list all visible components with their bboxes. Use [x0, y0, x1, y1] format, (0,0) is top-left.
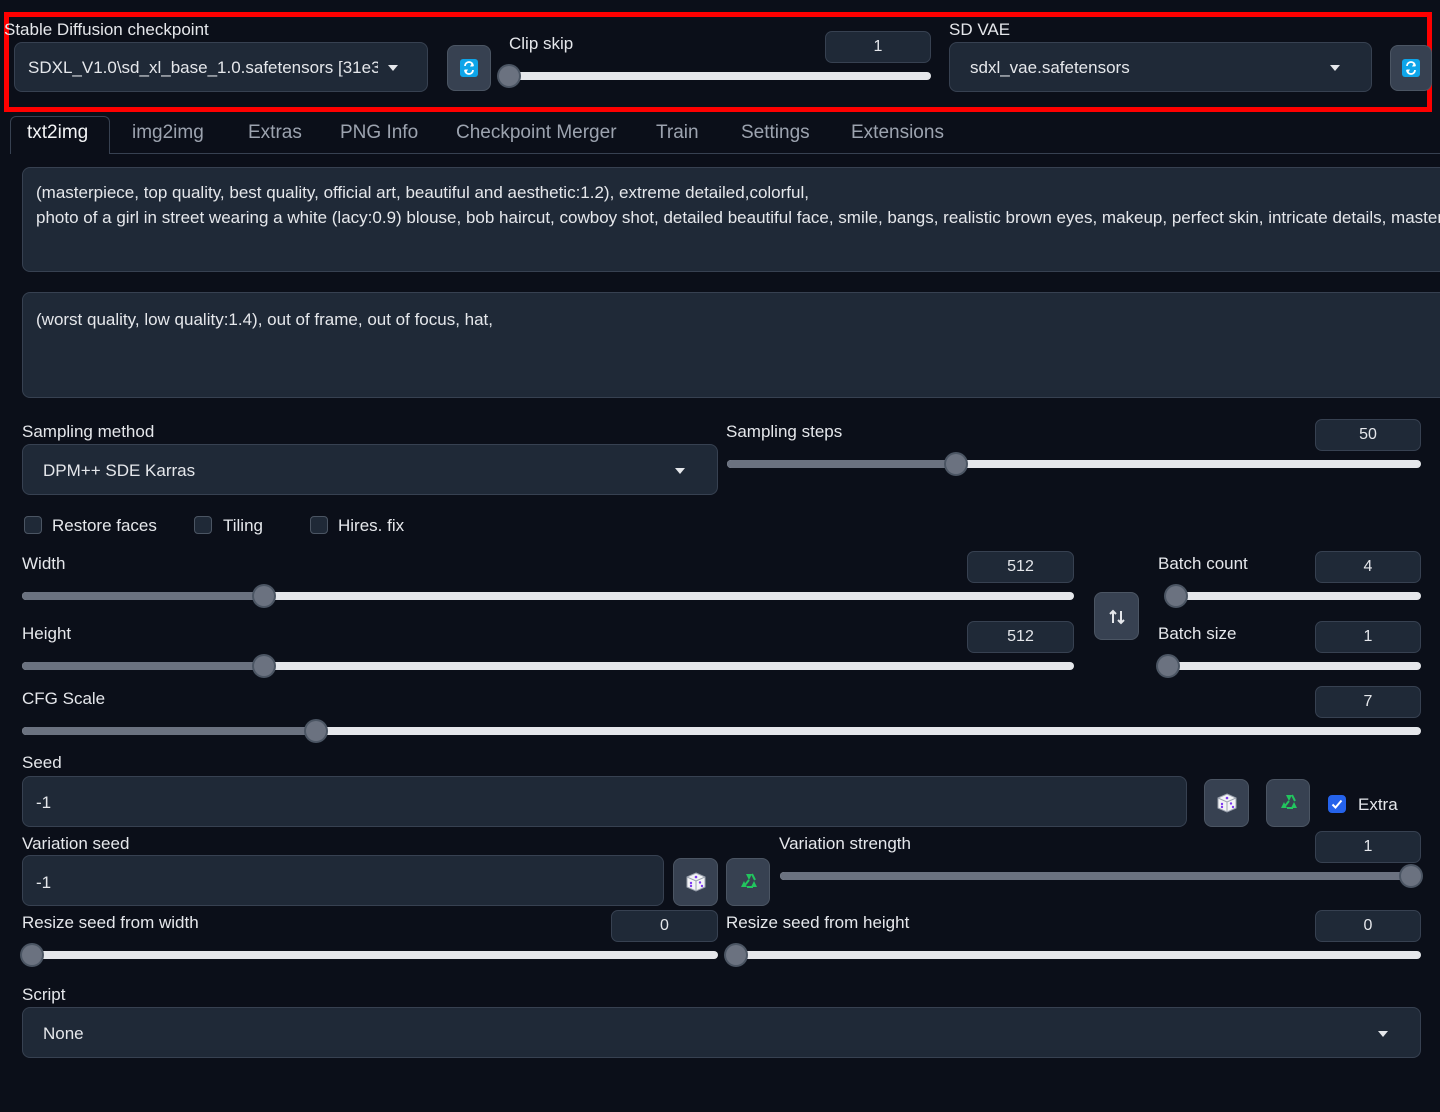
variation-seed-value: -1 [36, 873, 52, 892]
height-slider[interactable] [22, 656, 1074, 676]
batch-size-label: Batch size [1158, 624, 1237, 643]
tab-png-info[interactable]: PNG Info [340, 122, 418, 144]
chevron-down-icon [388, 65, 398, 71]
tab-extensions[interactable]: Extensions [851, 122, 944, 144]
tab-checkpoint-merger[interactable]: Checkpoint Merger [456, 122, 617, 144]
slider-thumb[interactable] [22, 945, 42, 965]
hires-fix-label: Hires. fix [338, 516, 405, 535]
hires-fix-checkbox[interactable] [310, 516, 328, 534]
script-label: Script [22, 985, 66, 1004]
script-value: None [43, 1024, 84, 1043]
slider-thumb[interactable] [726, 945, 746, 965]
slider-thumb[interactable] [499, 66, 519, 86]
tiling-label: Tiling [223, 516, 263, 535]
sampling-steps-input[interactable]: 50 [1315, 419, 1421, 451]
sd-vae-label: SD VAE [949, 20, 1011, 39]
resize-seed-width-label: Resize seed from width [22, 913, 199, 932]
checkpoint-label: Stable Diffusion checkpoint [4, 20, 209, 39]
chevron-down-icon [675, 468, 685, 474]
clip-skip-label: Clip skip [509, 34, 574, 53]
batch-size-input[interactable]: 1 [1315, 621, 1421, 653]
resize-seed-width-slider[interactable] [22, 945, 718, 965]
reuse-variation-seed-button[interactable] [726, 858, 770, 906]
tab-img2img[interactable]: img2img [132, 122, 204, 144]
refresh-checkpoint-button[interactable] [447, 45, 491, 91]
checkmark-icon [1331, 799, 1343, 809]
batch-size-slider[interactable] [1158, 656, 1421, 676]
cfg-scale-slider[interactable] [22, 721, 1421, 741]
width-label: Width [22, 554, 66, 573]
seed-label: Seed [22, 753, 62, 772]
slider-thumb[interactable] [253, 656, 274, 676]
variation-seed-label: Variation seed [22, 834, 130, 853]
refresh-icon [460, 59, 478, 77]
chevron-down-icon [1330, 65, 1340, 71]
seed-value: -1 [36, 793, 52, 812]
chevron-down-icon [1378, 1031, 1388, 1037]
script-dropdown[interactable]: None [22, 1007, 1421, 1058]
positive-prompt-input[interactable] [22, 167, 1440, 272]
sd-vae-value: sdxl_vae.safetensors [970, 58, 1130, 77]
batch-count-input[interactable]: 4 [1315, 551, 1421, 583]
checkpoint-value: SDXL_V1.0\sd_xl_base_1.0.safetensors [31… [28, 58, 378, 77]
tiling-checkbox[interactable] [194, 516, 212, 534]
swap-dimensions-button[interactable] [1094, 592, 1139, 640]
sampling-steps-slider[interactable] [727, 454, 1421, 474]
batch-count-slider[interactable] [1165, 586, 1421, 606]
tab-txt2img[interactable]: txt2img [27, 122, 88, 144]
variation-strength-label: Variation strength [779, 834, 911, 853]
slider-thumb[interactable] [946, 454, 967, 474]
extra-label: Extra [1358, 795, 1398, 814]
resize-seed-height-label: Resize seed from height [726, 913, 910, 932]
extra-checkbox[interactable] [1328, 795, 1346, 813]
reuse-seed-button[interactable] [1266, 779, 1310, 827]
variation-strength-input[interactable]: 1 [1315, 831, 1421, 863]
refresh-vae-button[interactable] [1390, 45, 1432, 91]
height-input[interactable]: 512 [967, 621, 1074, 653]
tab-settings[interactable]: Settings [741, 122, 810, 144]
tab-bar-border [110, 153, 1440, 154]
sd-vae-dropdown[interactable]: sdxl_vae.safetensors [949, 42, 1372, 92]
slider-thumb[interactable] [1401, 866, 1421, 886]
resize-seed-height-slider[interactable] [726, 945, 1421, 965]
width-slider[interactable] [22, 586, 1074, 606]
restore-faces-checkbox[interactable] [24, 516, 42, 534]
sampling-method-value: DPM++ SDE Karras [43, 461, 196, 480]
slider-thumb[interactable] [1158, 656, 1178, 676]
refresh-icon [1402, 59, 1420, 77]
swap-vertical-icon [1109, 609, 1125, 625]
variation-seed-input[interactable]: -1 [22, 855, 664, 906]
resize-seed-height-input[interactable]: 0 [1315, 910, 1421, 942]
tab-extras[interactable]: Extras [248, 122, 302, 144]
tab-train[interactable]: Train [656, 122, 699, 144]
checkpoint-dropdown[interactable]: SDXL_V1.0\sd_xl_base_1.0.safetensors [31… [14, 42, 428, 92]
random-variation-seed-button[interactable] [673, 858, 718, 906]
cfg-scale-input[interactable]: 7 [1315, 686, 1421, 718]
dice-icon [1217, 793, 1237, 813]
slider-thumb[interactable] [253, 586, 274, 606]
recycle-icon [741, 873, 757, 888]
clip-skip-slider[interactable] [499, 66, 931, 86]
restore-faces-label: Restore faces [52, 516, 157, 535]
negative-prompt-input[interactable] [22, 292, 1440, 398]
height-label: Height [22, 624, 72, 643]
slider-thumb[interactable] [305, 721, 326, 741]
dice-icon [686, 872, 706, 892]
recycle-icon [1281, 794, 1297, 809]
clip-skip-input[interactable]: 1 [825, 31, 931, 63]
sampling-method-dropdown[interactable]: DPM++ SDE Karras [22, 444, 718, 495]
sampling-method-label: Sampling method [22, 422, 155, 441]
batch-count-label: Batch count [1158, 554, 1248, 573]
seed-input[interactable]: -1 [22, 776, 1187, 827]
random-seed-button[interactable] [1204, 779, 1249, 827]
sampling-steps-label: Sampling steps [726, 422, 843, 441]
resize-seed-width-input[interactable]: 0 [611, 910, 718, 942]
slider-thumb[interactable] [1165, 586, 1186, 606]
variation-strength-slider[interactable] [780, 866, 1421, 886]
width-input[interactable]: 512 [967, 551, 1074, 583]
cfg-scale-label: CFG Scale [22, 689, 106, 708]
